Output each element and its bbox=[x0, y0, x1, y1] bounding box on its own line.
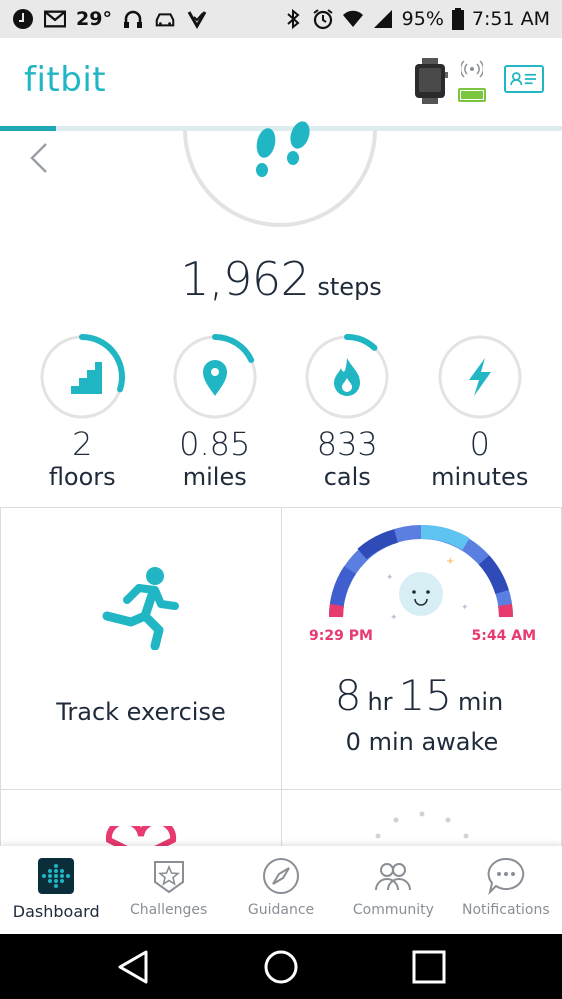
stat-miles[interactable]: 0.85 miles bbox=[155, 332, 275, 500]
stats-row: 2 floors 0.85 miles 833 cals 0 minutes bbox=[0, 332, 562, 500]
sleep-end-time: 5:44 AM bbox=[471, 628, 536, 644]
moon-icon bbox=[399, 572, 443, 616]
footsteps-icon bbox=[256, 121, 310, 177]
device-battery-indicator bbox=[458, 88, 486, 102]
sleep-tile[interactable]: + ✦ ✦ ✦ 9:29 PM 5:44 AM 8 hr 15 min 0 min a… bbox=[281, 508, 562, 790]
challenges-star-icon bbox=[153, 861, 184, 894]
svg-text:✦: ✦ bbox=[461, 603, 469, 613]
status-time: 7:51 AM bbox=[471, 8, 550, 30]
steps-progress-ring[interactable] bbox=[182, 80, 378, 244]
sync-signal-icon bbox=[461, 60, 483, 78]
car-icon bbox=[155, 13, 175, 27]
app-notification-icon bbox=[13, 9, 33, 29]
battery-icon bbox=[451, 8, 464, 30]
status-battery-percent: 95% bbox=[401, 8, 444, 30]
sleep-duration: 8 hr 15 min bbox=[282, 671, 562, 720]
track-exercise-tile[interactable]: Track exercise bbox=[0, 508, 282, 790]
fitbit-logo: fitbit bbox=[24, 60, 107, 100]
chat-bubble-icon bbox=[487, 857, 525, 896]
nav-community[interactable]: Community bbox=[337, 846, 449, 934]
track-exercise-label: Track exercise bbox=[56, 698, 226, 726]
status-bar: 29° 95% 7:51 AM bbox=[0, 0, 562, 38]
headphones-icon bbox=[123, 10, 142, 28]
svg-text:✦: ✦ bbox=[390, 613, 398, 623]
sleep-stages-arc: + ✦ ✦ ✦ bbox=[328, 525, 513, 623]
water-dots-icon bbox=[375, 811, 469, 839]
floors-label: floors bbox=[48, 463, 116, 491]
nav-guidance-label: Guidance bbox=[247, 902, 315, 918]
chevron-left-icon[interactable] bbox=[28, 142, 50, 174]
status-temperature: 29° bbox=[76, 8, 112, 30]
device-watch-icon[interactable] bbox=[412, 58, 450, 104]
steps-count[interactable]: 1,962 steps bbox=[0, 252, 562, 306]
sync-progress-fill bbox=[0, 126, 57, 131]
community-people-icon bbox=[375, 863, 412, 891]
bottom-navigation: Dashboard Challenges Guidance Community … bbox=[0, 846, 562, 934]
active-minutes-label: minutes bbox=[431, 463, 529, 491]
bluetooth-icon bbox=[286, 8, 300, 30]
nav-notifications-label: Notifications bbox=[462, 902, 550, 918]
alarm-icon bbox=[313, 9, 333, 30]
sleep-awake-text: 0 min awake bbox=[345, 728, 499, 756]
nav-notifications[interactable]: Notifications bbox=[450, 846, 562, 934]
system-navigation-bar bbox=[0, 934, 562, 999]
floors-value: 2 bbox=[72, 425, 93, 463]
stat-floors[interactable]: 2 floors bbox=[22, 332, 142, 500]
steps-value: 1,962 bbox=[180, 252, 310, 306]
active-minutes-value: 0 bbox=[469, 425, 490, 463]
sleep-hours-unit: hr bbox=[367, 688, 393, 716]
location-pin-icon bbox=[202, 360, 227, 396]
runner-icon bbox=[102, 567, 179, 650]
floors-ring bbox=[40, 334, 126, 419]
gmail-icon bbox=[44, 10, 66, 28]
svg-text:+: + bbox=[446, 556, 454, 567]
miles-ring bbox=[173, 334, 257, 419]
nav-dashboard[interactable]: Dashboard bbox=[0, 846, 112, 934]
sleep-hours: 8 bbox=[334, 671, 362, 720]
nav-challenges-label: Challenges bbox=[129, 902, 208, 918]
dashboard-tiles: Track exercise + ✦ ✦ ✦ 9:29 PM 5:44 AM 8… bbox=[0, 507, 562, 870]
active-minutes-ring bbox=[438, 335, 522, 419]
calories-value: 833 bbox=[316, 425, 378, 463]
dashboard-icon bbox=[38, 858, 75, 894]
nav-guidance[interactable]: Guidance bbox=[225, 846, 337, 934]
lightning-icon bbox=[468, 358, 491, 396]
calories-label: cals bbox=[323, 463, 371, 491]
task-check-icon bbox=[187, 11, 207, 30]
miles-label: miles bbox=[182, 463, 247, 491]
stat-calories[interactable]: 833 cals bbox=[287, 332, 407, 500]
nav-challenges[interactable]: Challenges bbox=[112, 846, 224, 934]
miles-value: 0.85 bbox=[179, 425, 251, 463]
stairs-icon bbox=[62, 362, 103, 394]
recents-square-icon[interactable] bbox=[410, 948, 448, 986]
cell-signal-icon bbox=[373, 10, 392, 28]
compass-icon bbox=[263, 858, 300, 894]
wifi-icon bbox=[342, 10, 363, 27]
sleep-minutes-unit: min bbox=[458, 688, 504, 716]
sleep-minutes: 15 bbox=[398, 671, 452, 720]
steps-unit: steps bbox=[317, 273, 382, 301]
sleep-start-time: 9:29 PM bbox=[309, 628, 373, 644]
stat-active-minutes[interactable]: 0 minutes bbox=[420, 332, 540, 500]
svg-text:✦: ✦ bbox=[386, 573, 394, 583]
home-circle-icon[interactable] bbox=[262, 948, 300, 986]
nav-community-label: Community bbox=[352, 902, 434, 918]
profile-card-icon[interactable] bbox=[504, 65, 544, 93]
nav-dashboard-label: Dashboard bbox=[12, 902, 100, 921]
calories-ring bbox=[305, 334, 389, 419]
back-triangle-icon[interactable] bbox=[114, 948, 152, 986]
